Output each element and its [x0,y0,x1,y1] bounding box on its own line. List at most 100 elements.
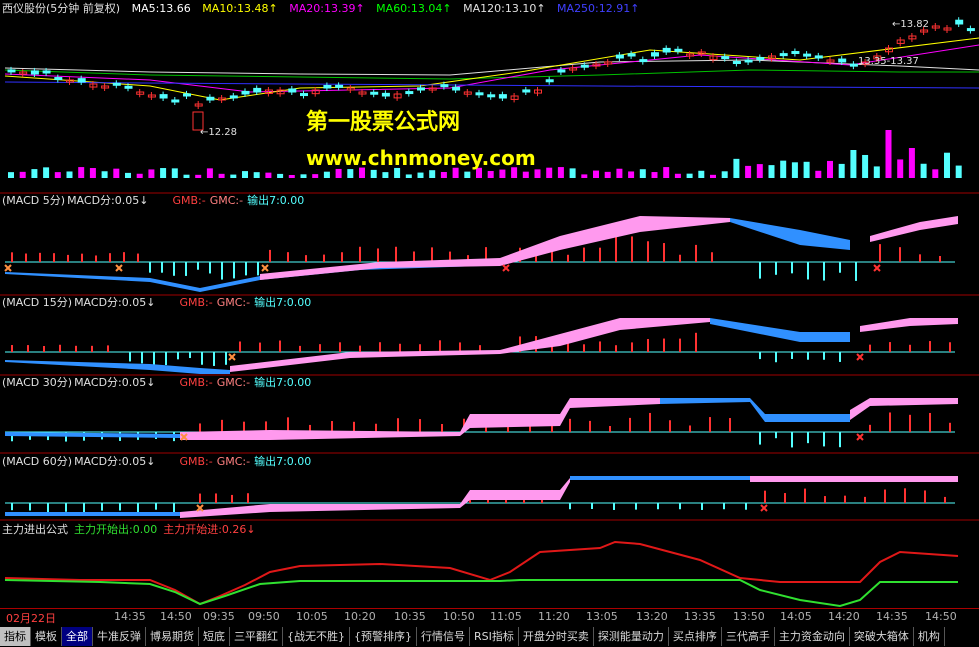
tab-indicator[interactable]: 指标 [0,627,31,646]
tab-rsi[interactable]: RSI指标 [470,627,519,646]
volume-bar [639,169,646,178]
volume-bar [873,166,880,178]
time-tick: 11:05 [490,610,522,623]
volume-bar [756,164,763,178]
macd-ribbon-pink [870,216,958,242]
macd-60-header: (MACD 60分) MACD分:0.05↓ GMB:- GMC:- 输出7:0.00 [2,455,319,469]
candle-body [627,53,636,57]
main-force-title: 主力进出公式 [2,523,68,536]
macd-ribbon-pink [850,398,958,420]
volume-bar [417,172,424,178]
tab-breakout[interactable]: 突破大箱体 [850,627,914,646]
volume-bar [136,173,143,178]
tab-opening-trade[interactable]: 开盘分时买卖 [519,627,594,646]
macd-30-value: MACD分:0.05↓ [74,376,156,389]
time-tick: 10:35 [394,610,426,623]
volume-bar [908,148,915,178]
volume-bar [768,165,775,178]
candle-body [522,89,531,93]
time-tick: 11:20 [538,610,570,623]
macd-ribbon-pink [180,398,660,440]
macd-30-gmc: GMC:- [216,376,251,389]
volume-bar [312,174,319,178]
volume-bar [125,172,131,178]
tab-buy-sort[interactable]: 买点排序 [669,627,722,646]
macd-15-gmb: GMB:- [179,296,213,309]
volume-bar [31,169,38,178]
candle-body [171,99,180,103]
candle-body [206,96,215,101]
tab-institution[interactable]: 机构 [914,627,945,646]
volume-bar [593,170,599,178]
macd-30-out: 输出7:0.00 [254,376,312,389]
main-force-in: 主力开始进:0.26↓ [163,523,256,536]
low-price-label: ←12.28 [200,127,238,138]
volume-bar [920,163,927,178]
volume-bar [944,152,950,178]
tab-market-signal[interactable]: 行情信号 [417,627,470,646]
time-tick: 14:05 [780,610,812,623]
tab-all[interactable]: 全部 [62,627,93,646]
candle-body [498,94,507,99]
tab-alert-sort[interactable]: {预警排序} [350,627,417,646]
ma120-label: MA120:13.10↑ [463,2,546,15]
volume-bar [160,168,167,178]
tab-invincible[interactable]: {战无不胜} [283,627,350,646]
volume-bar [230,174,237,178]
main-force-header: 主力进出公式 主力开始出:0.00 主力开始进:0.26↓ [2,523,264,537]
candle-body [335,84,344,88]
candle-body [580,64,589,68]
main-chart-header: 西仪股份(5分钟 前复权) MA5:13.66 MA10:13.48↑ MA20… [2,2,647,16]
volume-bar [803,161,810,178]
tab-template[interactable]: 模板 [31,627,62,646]
tab-futures[interactable]: 博易期货 [146,627,199,646]
volume-bar [370,169,377,178]
volume-bar [487,171,494,178]
tab-three-flat[interactable]: 三平翻红 [230,627,283,646]
macd-ribbon-blue [710,318,850,342]
macd-5-header: (MACD 5分) MACD分:0.05↓ GMB:- GMC:- 输出7:0.00 [2,194,312,208]
candle-body [955,19,964,25]
volume-bar [885,130,892,178]
volume-bar [206,168,213,178]
tab-energy[interactable]: 探测能量动力 [594,627,669,646]
time-tick: 13:20 [636,610,668,623]
candle-body [124,85,133,89]
tab-short-bottom[interactable]: 短底 [199,627,230,646]
candle-body [557,69,566,73]
ma60-label: MA60:13.04↑ [376,2,452,15]
volume-bar [663,167,670,178]
time-axis: 02月22日 14:35 14:50 09:35 09:50 10:05 10:… [0,608,979,627]
candle-body [288,88,297,93]
candle-body [849,63,858,67]
moving-average-line [4,37,979,101]
candle-body [300,93,308,97]
macd-15-gmc: GMC:- [216,296,251,309]
time-tick: 14:50 [925,610,957,623]
volume-bar [780,160,787,178]
macd-15-out: 输出7:0.00 [254,296,312,309]
ma5-label: MA5:13.66 [131,2,191,15]
macd-ribbon-pink [260,216,730,280]
macd-30-gmb: GMB:- [179,376,213,389]
volume-bar [557,167,564,178]
volume-bar [148,169,155,178]
tab-rebound[interactable]: 牛准反弹 [93,627,146,646]
candle-body [112,82,121,86]
volume-bar [955,165,962,178]
volume-bar [850,150,857,178]
tab-master[interactable]: 三代高手 [722,627,775,646]
tab-capital-flow[interactable]: 主力资金动向 [775,627,850,646]
volume-bar [897,159,904,178]
macd-ribbon-pink [750,476,958,482]
volume-bar [78,167,85,178]
time-tick: 14:35 [114,610,146,623]
candle-body [381,92,390,97]
candle-body [440,84,449,88]
volume-bar [569,168,576,178]
candle-body [42,70,51,74]
volume-bar [323,171,330,178]
range-price-label: 13.35-13.37 [858,56,919,67]
macd-ribbon-blue [730,218,850,250]
chart-canvas [0,17,979,608]
